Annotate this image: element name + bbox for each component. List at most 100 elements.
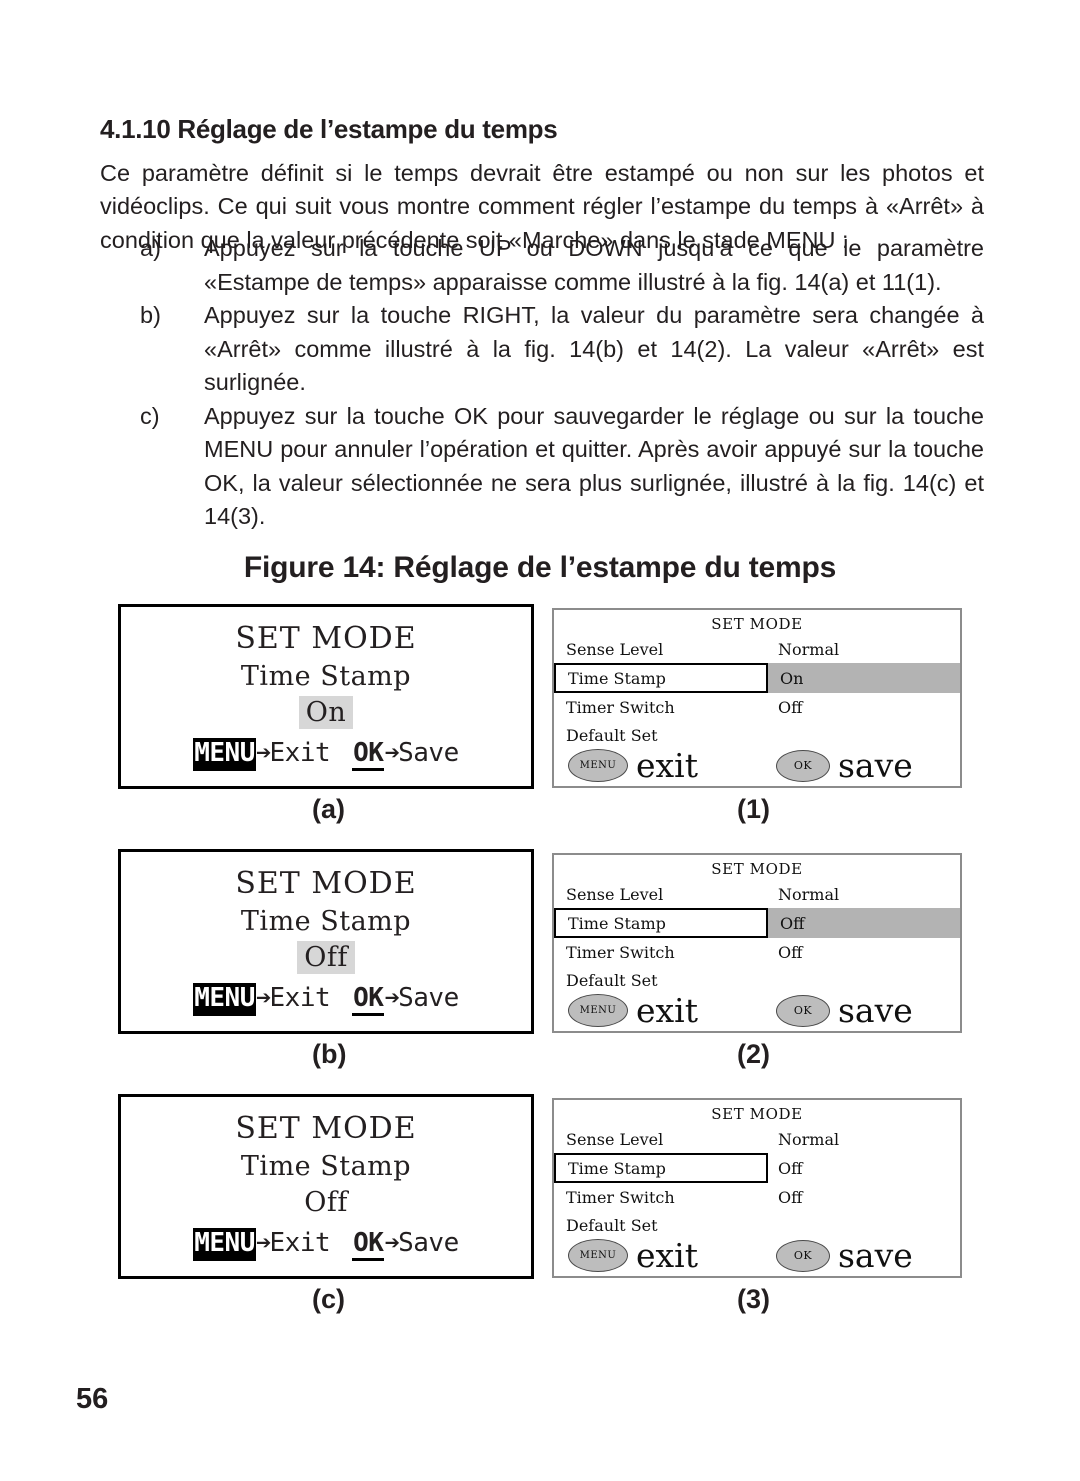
lcd-parameter-name: Time Stamp xyxy=(240,661,412,692)
menu-title: SET MODE xyxy=(711,615,803,633)
menu-label: Timer Switch xyxy=(566,1187,675,1207)
menu-buttons: MENU exit OK save xyxy=(554,979,960,1027)
figure-row: SET MODE Time Stamp Off MENU➔Exit OK➔Save… xyxy=(0,1094,1080,1339)
menu-row-time-stamp[interactable]: Time Stamp Off xyxy=(554,908,960,938)
figure-sublabel-a: (a) xyxy=(312,794,345,824)
arrow-icon: ➔ xyxy=(255,983,272,1013)
arrow-icon: ➔ xyxy=(384,983,400,1013)
save-button-group[interactable]: OK save xyxy=(776,994,913,1027)
figure-row: SET MODE Time Stamp On MENU➔Exit OK➔Save … xyxy=(0,604,1080,849)
lcd-title: SET MODE xyxy=(235,866,417,901)
page-number: 56 xyxy=(76,1383,109,1415)
menu-value: Normal xyxy=(778,884,840,904)
lcd-title: SET MODE xyxy=(235,621,417,656)
menu-action-label: Exit xyxy=(269,983,331,1013)
lcd-screen-a: SET MODE Time Stamp On MENU➔Exit OK➔Save xyxy=(118,604,534,789)
figure-sublabel-2: (2) xyxy=(737,1039,770,1069)
menu-row-sense-level[interactable]: Sense Level Normal xyxy=(554,1125,960,1153)
lcd-parameter-value: Off xyxy=(297,941,355,974)
ok-button-icon[interactable]: OK xyxy=(776,994,830,1027)
menu-button-icon[interactable]: MENU xyxy=(568,749,628,782)
menu-label: Time Stamp xyxy=(554,1153,768,1183)
arrow-icon: ➔ xyxy=(255,738,272,768)
menu-button-icon[interactable]: MENU xyxy=(568,1239,628,1272)
menu-row-timer-switch[interactable]: Timer Switch Off xyxy=(554,938,960,966)
exit-label: exit xyxy=(636,1236,698,1275)
exit-button-group[interactable]: MENU exit xyxy=(568,994,698,1027)
ok-key-hint: OK xyxy=(352,1228,385,1261)
ok-key-hint: OK xyxy=(352,738,385,771)
menu-rows: Sense Level Normal Time Stamp Off Timer … xyxy=(554,1125,960,1239)
menu-value: On xyxy=(768,663,960,693)
list-marker-c: c) xyxy=(140,402,160,429)
lcd-parameter-value: On xyxy=(298,696,354,729)
menu-row-sense-level[interactable]: Sense Level Normal xyxy=(554,880,960,908)
menu-action-label: Exit xyxy=(269,1228,331,1258)
menu-buttons: MENU exit OK save xyxy=(554,734,960,782)
list-marker-b: b) xyxy=(140,302,161,328)
ok-key-hint: OK xyxy=(352,983,385,1016)
menu-key-hint: MENU xyxy=(193,738,256,771)
menu-row-time-stamp[interactable]: Time Stamp On xyxy=(554,663,960,693)
lcd-hints: MENU➔Exit OK➔Save xyxy=(121,983,531,1016)
ok-button-icon[interactable]: OK xyxy=(776,749,830,782)
save-label: save xyxy=(838,746,913,785)
menu-value: Off xyxy=(778,697,803,717)
menu-value: Off xyxy=(778,1187,803,1207)
menu-value: Off xyxy=(778,942,803,962)
menu-rows: Sense Level Normal Time Stamp On Timer S… xyxy=(554,635,960,749)
list-item: c) Appuyez sur la touche OK pour sauvega… xyxy=(100,400,984,534)
menu-label: Timer Switch xyxy=(566,942,675,962)
menu-label: Time Stamp xyxy=(554,663,768,693)
steps-list: a) Appuyez sur la touche UP ou DOWN jusq… xyxy=(100,232,984,534)
menu-row-time-stamp[interactable]: Time Stamp Off xyxy=(554,1153,960,1183)
list-text-c: Appuyez sur la touche OK pour sauvegarde… xyxy=(204,402,984,530)
menu-row-timer-switch[interactable]: Timer Switch Off xyxy=(554,1183,960,1211)
lcd-title: SET MODE xyxy=(235,1111,417,1146)
menu-label: Sense Level xyxy=(566,1129,664,1149)
lcd-menu-screen-2: SET MODE Sense Level Normal Time Stamp O… xyxy=(552,853,962,1033)
save-button-group[interactable]: OK save xyxy=(776,749,913,782)
exit-button-group[interactable]: MENU exit xyxy=(568,1239,698,1272)
menu-rows: Sense Level Normal Time Stamp Off Timer … xyxy=(554,880,960,994)
menu-row-sense-level[interactable]: Sense Level Normal xyxy=(554,635,960,663)
figure-sublabel-b: (b) xyxy=(312,1039,347,1069)
figure-caption: Figure 14: Réglage de l’estampe du temps xyxy=(243,551,837,584)
menu-label: Sense Level xyxy=(566,639,664,659)
arrow-icon: ➔ xyxy=(255,1228,272,1258)
lcd-value-row: On xyxy=(121,696,531,730)
menu-label: Time Stamp xyxy=(554,908,768,938)
list-text-b: Appuyez sur la touche RIGHT, la valeur d… xyxy=(204,302,984,395)
exit-button-group[interactable]: MENU exit xyxy=(568,749,698,782)
menu-label: Timer Switch xyxy=(566,697,675,717)
ok-action-label: Save xyxy=(398,738,459,768)
menu-title: SET MODE xyxy=(711,860,803,878)
lcd-parameter-name: Time Stamp xyxy=(240,1151,412,1182)
lcd-hints: MENU➔Exit OK➔Save xyxy=(121,1228,531,1261)
lcd-screen-c: SET MODE Time Stamp Off MENU➔Exit OK➔Save xyxy=(118,1094,534,1279)
save-label: save xyxy=(838,991,913,1030)
lcd-value-row: Off xyxy=(121,941,531,975)
lcd-value-row: Off xyxy=(121,1186,531,1220)
menu-action-label: Exit xyxy=(269,738,331,768)
ok-button-icon[interactable]: OK xyxy=(776,1239,830,1272)
figure-row: SET MODE Time Stamp Off MENU➔Exit OK➔Save… xyxy=(0,849,1080,1094)
exit-label: exit xyxy=(636,991,698,1030)
figure-sublabel-c: (c) xyxy=(312,1284,345,1314)
menu-row-timer-switch[interactable]: Timer Switch Off xyxy=(554,693,960,721)
lcd-hints: MENU➔Exit OK➔Save xyxy=(121,738,531,771)
save-button-group[interactable]: OK save xyxy=(776,1239,913,1272)
menu-key-hint: MENU xyxy=(193,983,256,1016)
lcd-parameter-name: Time Stamp xyxy=(240,906,412,937)
menu-title: SET MODE xyxy=(711,1105,803,1123)
ok-action-label: Save xyxy=(398,983,459,1013)
list-text-a: Appuyez sur la touche UP ou DOWN jusqu’à… xyxy=(204,235,984,295)
figure-sublabel-1: (1) xyxy=(737,794,770,824)
arrow-icon: ➔ xyxy=(384,1228,400,1258)
document-page: 4.1.10 Réglage de l’estampe du temps Ce … xyxy=(0,0,1080,1481)
lcd-screen-b: SET MODE Time Stamp Off MENU➔Exit OK➔Save xyxy=(118,849,534,1034)
menu-value: Normal xyxy=(778,1129,840,1149)
list-item: b) Appuyez sur la touche RIGHT, la valeu… xyxy=(100,299,984,400)
menu-button-icon[interactable]: MENU xyxy=(568,994,628,1027)
exit-label: exit xyxy=(636,746,698,785)
